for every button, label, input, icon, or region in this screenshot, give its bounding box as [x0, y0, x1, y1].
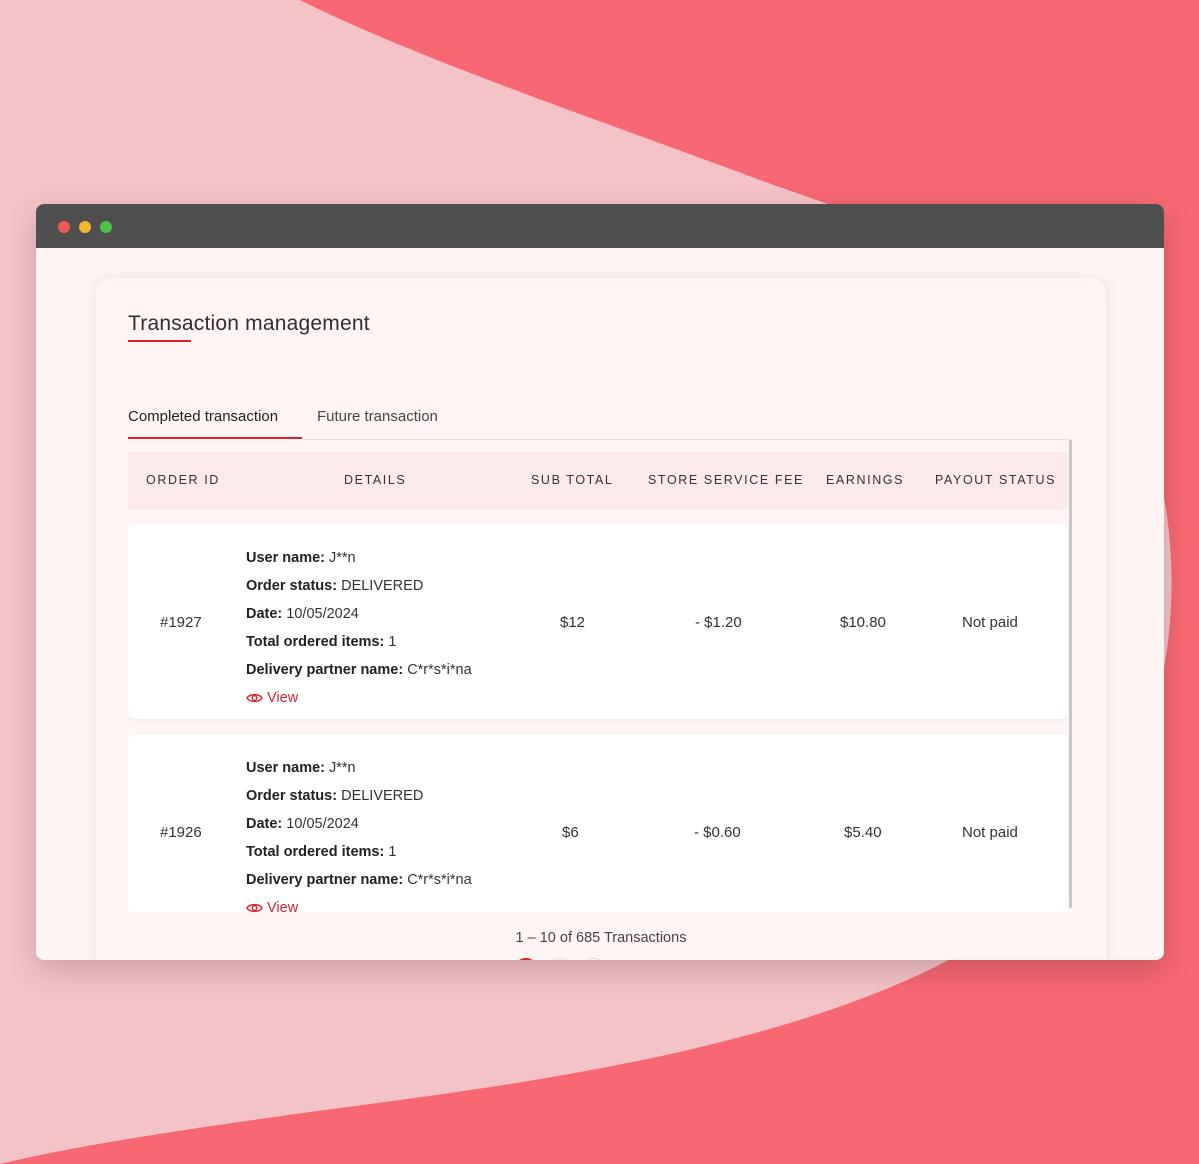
header-store-service-fee: STORE SERVICE FEE [648, 473, 804, 487]
table-row: #1926 User name: J**n Order status: DELI… [128, 734, 1068, 912]
delivery-partner-value: C*r*s*i*na [407, 662, 472, 678]
user-name-value: J**n [329, 760, 356, 776]
sub-total: $6 [562, 824, 579, 841]
date-label: Date: [246, 816, 283, 832]
page-button[interactable] [548, 958, 572, 960]
table-header: ORDER ID DETAILS SUB TOTAL STORE SERVICE… [128, 452, 1068, 510]
eye-icon [246, 903, 263, 912]
delivery-partner-label: Delivery partner name: [246, 872, 404, 888]
tab-completed-transaction[interactable]: Completed transaction [128, 408, 278, 425]
transaction-card: Transaction management Completed transac… [96, 278, 1106, 960]
browser-window: Transaction management Completed transac… [36, 204, 1164, 960]
order-id: #1926 [160, 824, 202, 841]
view-link-label: View [267, 690, 299, 706]
header-sub-total: SUB TOTAL [531, 473, 614, 487]
title-underline [128, 340, 191, 342]
transactions-table: ORDER ID DETAILS SUB TOTAL STORE SERVICE… [128, 452, 1068, 912]
payout-status: Not paid [962, 614, 1018, 631]
window-minimize-dot[interactable] [79, 221, 91, 233]
date-value: 10/05/2024 [286, 816, 359, 832]
user-name-label: User name: [246, 760, 325, 776]
tab-divider [302, 439, 1070, 440]
delivery-partner-value: C*r*s*i*na [407, 872, 472, 888]
order-status-label: Order status: [246, 788, 338, 804]
view-order-link[interactable]: View [246, 684, 298, 712]
eye-icon [246, 693, 263, 703]
earnings: $5.40 [844, 824, 882, 841]
total-items-value: 1 [388, 634, 397, 650]
page-button[interactable] [582, 958, 606, 960]
window-maximize-dot[interactable] [100, 221, 112, 233]
table-row: #1927 User name: J**n Order status: DELI… [128, 524, 1068, 719]
earnings: $10.80 [840, 614, 886, 631]
store-service-fee: - $1.20 [695, 614, 742, 631]
window-titlebar [36, 204, 1164, 248]
order-status-value: DELIVERED [341, 788, 424, 804]
order-status-value: DELIVERED [341, 578, 424, 594]
order-id: #1927 [160, 614, 202, 631]
header-earnings: EARNINGS [826, 473, 905, 487]
date-label: Date: [246, 606, 283, 622]
tab-future-transaction[interactable]: Future transaction [317, 408, 438, 425]
active-tab-indicator [128, 437, 302, 439]
user-name-label: User name: [246, 550, 325, 566]
total-items-label: Total ordered items: [246, 634, 385, 650]
header-order-id: ORDER ID [146, 473, 220, 487]
delivery-partner-label: Delivery partner name: [246, 662, 404, 678]
header-payout-status: PAYOUT STATUS [935, 473, 1057, 487]
view-link-label: View [267, 900, 299, 912]
page-title: Transaction management [128, 312, 370, 335]
page-button-current[interactable] [514, 958, 538, 960]
table-scrollbar[interactable] [1069, 440, 1072, 908]
date-value: 10/05/2024 [286, 606, 359, 622]
user-name-value: J**n [329, 550, 356, 566]
total-items-value: 1 [388, 844, 397, 860]
order-status-label: Order status: [246, 578, 338, 594]
sub-total: $12 [560, 614, 586, 631]
window-close-dot[interactable] [58, 221, 70, 233]
header-details: DETAILS [344, 473, 407, 487]
total-items-label: Total ordered items: [246, 844, 385, 860]
order-details: User name: J**n Order status: DELIVERED … [246, 754, 472, 912]
pagination-summary: 1 – 10 of 685 Transactions [515, 930, 687, 946]
store-service-fee: - $0.60 [694, 824, 741, 841]
view-order-link[interactable]: View [246, 894, 298, 912]
order-details: User name: J**n Order status: DELIVERED … [246, 544, 472, 714]
payout-status: Not paid [962, 824, 1018, 841]
